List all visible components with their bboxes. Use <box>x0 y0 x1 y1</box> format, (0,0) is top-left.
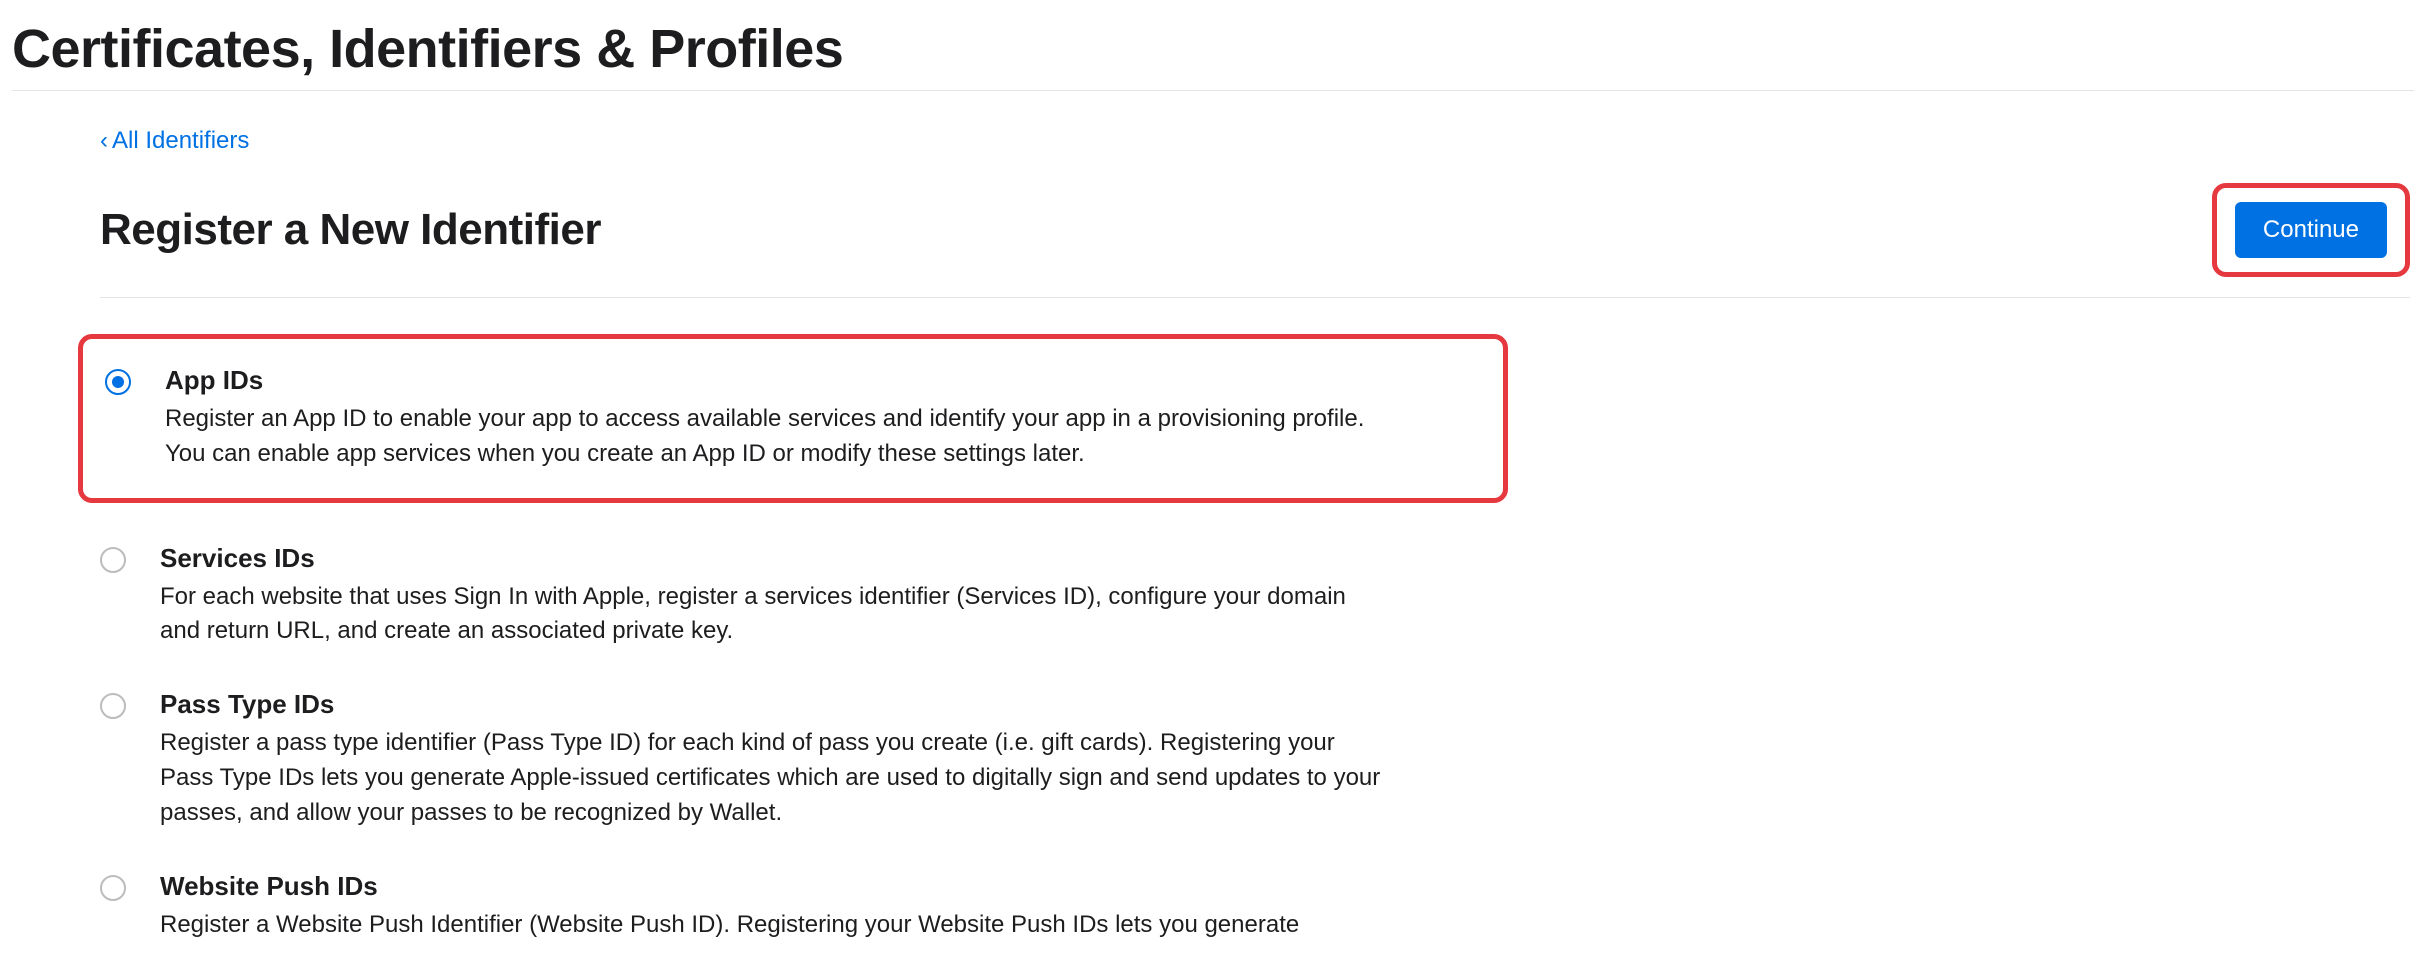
option-row: Services IDs For each website that uses S… <box>100 543 1530 650</box>
radio-website-push-ids[interactable] <box>100 875 126 901</box>
section-title: Register a New Identifier <box>100 205 601 255</box>
option-pass-type-ids: Pass Type IDs Register a pass type identi… <box>100 689 1530 830</box>
page-title: Certificates, Identifiers & Profiles <box>12 18 2414 80</box>
radio-services-ids[interactable] <box>100 547 126 573</box>
continue-button[interactable]: Continue <box>2235 202 2387 258</box>
identifier-options-list: App IDs Register an App ID to enable your… <box>100 334 2414 942</box>
annotation-highlight-continue: Continue <box>2212 183 2410 277</box>
radio-app-ids[interactable] <box>105 369 131 395</box>
option-services-ids: Services IDs For each website that uses S… <box>100 543 1530 650</box>
option-text: Pass Type IDs Register a pass type identi… <box>160 689 1390 830</box>
option-title: Website Push IDs <box>160 871 1299 902</box>
option-text: Website Push IDs Register a Website Push … <box>160 871 1299 943</box>
option-website-push-ids: Website Push IDs Register a Website Push … <box>100 871 1530 943</box>
option-row: Pass Type IDs Register a pass type identi… <box>100 689 1530 830</box>
option-row: Website Push IDs Register a Website Push … <box>100 871 1530 943</box>
option-description: For each website that uses Sign In with … <box>160 580 1390 650</box>
option-app-ids: App IDs Register an App ID to enable your… <box>78 334 1508 503</box>
option-row: App IDs Register an App ID to enable your… <box>105 365 1485 472</box>
option-title: Pass Type IDs <box>160 689 1390 720</box>
chevron-left-icon: ‹ <box>100 127 108 155</box>
radio-pass-type-ids[interactable] <box>100 693 126 719</box>
option-description: Register an App ID to enable your app to… <box>165 402 1395 472</box>
page-title-divider <box>12 90 2414 91</box>
option-description: Register a pass type identifier (Pass Ty… <box>160 726 1390 830</box>
option-title: App IDs <box>165 365 1395 396</box>
option-title: Services IDs <box>160 543 1390 574</box>
back-link-all-identifiers[interactable]: ‹ All Identifiers <box>100 127 249 155</box>
option-text: App IDs Register an App ID to enable your… <box>165 365 1395 472</box>
section-divider <box>100 297 2410 298</box>
back-link-label: All Identifiers <box>112 127 249 155</box>
option-description: Register a Website Push Identifier (Webs… <box>160 908 1299 943</box>
option-text: Services IDs For each website that uses S… <box>160 543 1390 650</box>
